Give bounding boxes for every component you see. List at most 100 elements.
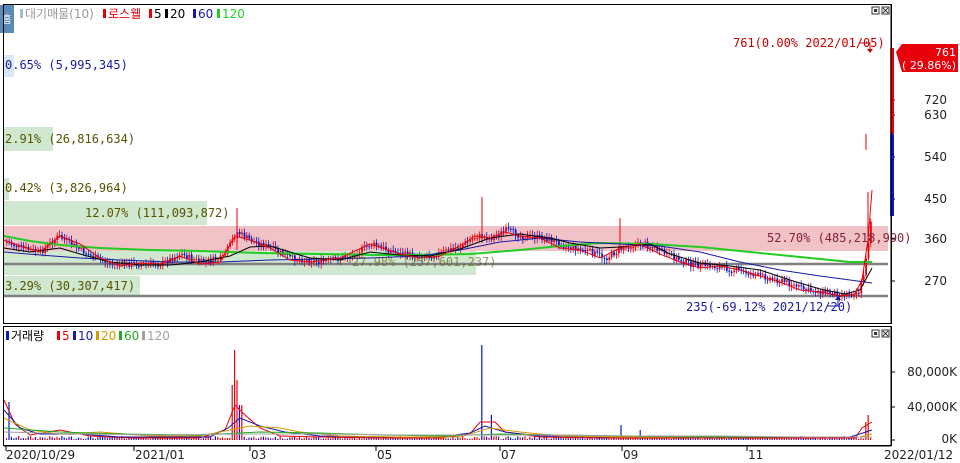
volume-bar — [267, 437, 269, 440]
volume-panel-border — [3, 326, 892, 446]
candle-body — [243, 232, 246, 239]
candle-body — [380, 245, 383, 247]
profile-label: 12.07% (111,093,872) — [85, 206, 230, 220]
volume-bar — [164, 438, 166, 440]
candle-body — [553, 240, 555, 243]
volume-bar — [507, 436, 509, 440]
candle-body — [800, 285, 803, 287]
volume-bar — [423, 438, 425, 440]
volume-bar — [682, 438, 684, 440]
vol-ma10-line — [3, 409, 873, 438]
candle-body — [445, 249, 447, 251]
volume-bar — [104, 436, 106, 440]
volume-bar — [505, 437, 507, 440]
candle-body — [718, 266, 721, 270]
volume-legend-ma5: 5 — [62, 329, 70, 343]
volume-bar — [202, 438, 204, 440]
volume-bar — [498, 436, 500, 440]
volume-bar — [726, 438, 728, 440]
candle-body — [538, 234, 541, 236]
legend-swatch — [165, 9, 168, 18]
time-tick-label: 03 — [251, 448, 266, 462]
candle-body — [291, 255, 294, 257]
volume-bar — [37, 438, 39, 440]
candle-body — [594, 251, 596, 256]
volume-bar — [90, 436, 92, 440]
candle-body — [862, 275, 865, 282]
volume-bar — [212, 438, 214, 440]
volume-bar — [34, 437, 36, 440]
volume-bar — [183, 438, 185, 440]
candle-body — [798, 285, 800, 287]
candle-body — [159, 265, 162, 267]
candle-body — [80, 247, 83, 249]
volume-bar — [32, 438, 34, 440]
volume-bar — [270, 438, 272, 440]
volume-bar — [123, 438, 125, 440]
candle-body — [771, 277, 774, 280]
volume-bar — [586, 438, 588, 440]
price-tick-label: 540 — [924, 150, 947, 164]
volume-bar — [106, 437, 108, 440]
price-panel-minimize-button[interactable] — [871, 6, 880, 15]
candle-body — [82, 247, 85, 254]
time-tick-label: 2022/01/12 — [884, 448, 953, 462]
volume-bar — [87, 436, 89, 440]
candle-body — [680, 259, 683, 262]
volume-bar — [822, 438, 824, 440]
candle-body — [370, 245, 373, 247]
volume-bar — [342, 438, 344, 440]
candle-body — [6, 241, 8, 243]
volume-bar — [73, 438, 75, 440]
volume-bar — [262, 436, 264, 440]
price-tick-label: 450 — [924, 192, 947, 206]
candle-body — [248, 235, 251, 239]
volume-bar — [488, 437, 490, 440]
volume-tick-label: 80,000K — [907, 365, 958, 379]
candle-body — [289, 254, 291, 257]
candle-body — [78, 247, 80, 249]
volume-bar — [22, 438, 24, 440]
volume-bar — [673, 438, 675, 440]
volume-bar — [430, 438, 432, 440]
volume-legend-ma20: 20 — [101, 329, 116, 343]
volume-bar — [867, 415, 869, 440]
volume-panel-close-button[interactable] — [881, 329, 890, 338]
volume-bar — [279, 436, 281, 440]
candle-body — [606, 258, 608, 261]
volume-bar — [526, 438, 528, 440]
volume-bar — [289, 437, 291, 440]
volume-bar — [56, 436, 58, 440]
volume-bar — [241, 405, 243, 440]
volume-bar — [49, 436, 51, 440]
volume-bar — [226, 438, 228, 440]
volume-bar — [234, 350, 236, 440]
volume-bar — [836, 438, 838, 440]
volume-bar — [30, 436, 32, 440]
volume-bar — [445, 438, 447, 440]
price-tick-label: 270 — [924, 274, 947, 288]
volume-bar — [219, 438, 221, 440]
price-panel-close-button[interactable] — [881, 6, 890, 15]
volume-bar — [78, 437, 80, 440]
volume-tick-label: 40,000K — [907, 400, 958, 414]
volume-bar — [531, 438, 533, 440]
candle-body — [277, 248, 279, 253]
volume-bar — [846, 438, 848, 440]
volume-panel-minimize-button[interactable] — [871, 329, 880, 338]
volume-bar — [327, 437, 329, 440]
volume-bar — [25, 438, 27, 440]
volume-bar — [243, 436, 245, 440]
volume-bar — [250, 437, 252, 440]
candle-body — [85, 253, 87, 255]
volume-bar — [54, 437, 56, 440]
volume-bar — [476, 437, 478, 440]
candle-body — [853, 295, 855, 297]
volume-bar — [594, 438, 596, 440]
volume-bar — [277, 438, 279, 440]
volume-bar — [310, 438, 312, 440]
candle-body — [318, 261, 320, 264]
volume-bar — [385, 438, 387, 440]
volume-bar — [514, 438, 516, 440]
candle-body — [517, 236, 519, 238]
